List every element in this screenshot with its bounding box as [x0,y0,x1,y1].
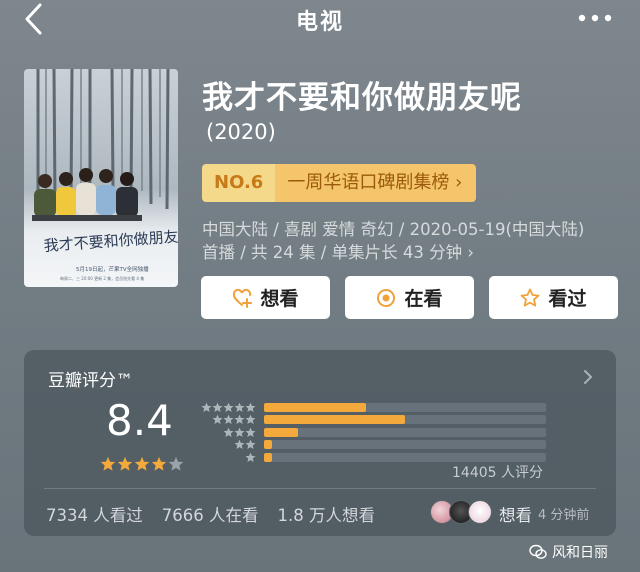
small-star-icon [212,402,223,412]
distribution-bar-fill [264,415,405,425]
show-poster[interactable]: 我才不要和你做朋友呢 5月19日起，芒果TV全网独播 每周二、三 20:00 更… [24,69,178,287]
distribution-bar-fill [264,427,298,437]
distribution-stars [198,414,256,425]
small-star-icon [245,414,256,425]
small-star-icon [234,414,245,425]
meta-line-2: 首播 / 共 24 集 / 单集片长 43 分钟 › [202,243,474,262]
star-filled-icon [151,456,167,471]
distribution-bar-fill [264,440,273,450]
small-star-icon [245,439,256,450]
watching-button[interactable]: 在看 [345,276,474,319]
poster-caption-2: 每周二、三 20:00 更新 2 集，会员抢先看 4 集 [60,275,144,281]
circle-dot-icon [377,288,396,307]
rating-title: 豆瓣评分™ [48,371,133,391]
small-star-icon [234,427,245,437]
activity-time: 4 分钟前 [538,508,590,523]
heart-plus-icon [233,288,253,308]
watermark: 风和日丽 [529,542,608,562]
distribution-row [198,401,546,414]
distribution-bar-fill [264,452,273,462]
watched-button-label: 看过 [548,288,587,310]
chevron-right-icon [584,370,592,384]
star-filled-icon [100,456,116,471]
distribution-row [198,414,546,427]
page-title: 电视 [295,10,344,35]
card-divider [44,488,596,489]
rating-score: 8.4 [106,396,173,445]
watched-count[interactable]: 7334 人看过 [46,502,143,526]
small-star-icon [223,414,234,425]
small-star-icon [212,414,223,425]
show-title: 我才不要和你做朋友呢 [202,80,522,116]
distribution-bar-track [264,427,546,437]
small-star-icon [234,439,245,450]
small-star-icon [223,402,234,412]
rating-count: 14405 人评分 [452,465,543,481]
action-buttons: 想看 在看 看过 [201,276,618,319]
watermark-text: 风和日丽 [552,545,608,561]
small-star-icon [245,452,256,462]
star-empty-icon [168,456,184,471]
rank-badge[interactable]: NO.6 一周华语口碑剧集榜 › [202,164,477,202]
small-star-icon [245,427,256,437]
rank-number: NO.6 [202,164,276,202]
distribution-stars [198,452,256,463]
more-button[interactable] [578,10,612,24]
rating-stars [100,456,184,472]
avatar [468,500,492,524]
want-button[interactable]: 想看 [201,276,330,319]
distribution-bar-fill [264,402,366,412]
want-count[interactable]: 1.8 万人想看 [278,502,376,526]
more-dots-icon [578,14,612,22]
distribution-stars [198,439,256,450]
friend-avatars[interactable] [430,500,492,524]
poster-caption-1: 5月19日起，芒果TV全网独播 [76,265,149,273]
distribution-bar-track [264,440,546,450]
small-star-icon [245,402,256,412]
distribution-stars [198,427,256,438]
distribution-row [198,426,546,439]
star-filled-icon [117,456,133,471]
watching-button-label: 在看 [404,288,443,310]
show-meta[interactable]: 中国大陆 / 喜剧 爱情 奇幻 / 2020-05-19(中国大陆) 首播 / … [202,218,612,264]
star-filled-icon [134,456,150,471]
want-button-label: 想看 [260,288,299,310]
wechat-icon [529,544,547,559]
small-star-icon [234,402,245,412]
distribution-row [198,439,546,452]
small-star-icon [223,427,234,437]
watched-button[interactable]: 看过 [489,276,618,319]
distribution-bar-track [264,402,546,412]
meta-line-1: 中国大陆 / 喜剧 爱情 奇幻 / 2020-05-19(中国大陆) [202,220,585,239]
activity-label: 想看 [499,506,532,525]
show-year: (2020) [206,120,276,144]
rank-list-name: 一周华语口碑剧集榜 › [275,164,477,202]
small-star-icon [201,402,212,412]
star-outline-icon [521,288,540,307]
rating-distribution [198,401,546,464]
distribution-bar-track [264,415,546,425]
watching-count[interactable]: 7666 人在看 [162,502,259,526]
distribution-stars [198,402,256,413]
top-bar: 电视 [0,0,640,40]
viewer-stats: 7334 人看过 7666 人在看 1.8 万人想看 [46,502,375,526]
rating-card[interactable]: 豆瓣评分™ 8.4 14405 人评分 7334 人看过 7666 人在看 1.… [24,350,616,536]
distribution-bar-track [264,452,546,462]
